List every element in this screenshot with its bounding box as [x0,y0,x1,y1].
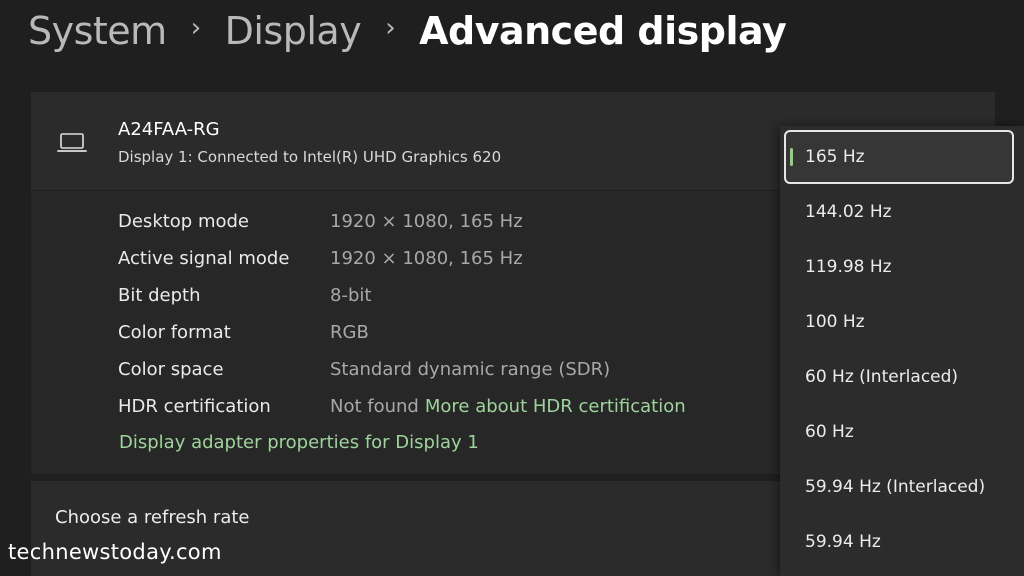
info-value: 1920 × 1080, 165 Hz [330,248,523,269]
page-title: Advanced display [419,9,787,53]
info-label: Desktop mode [118,211,250,232]
refresh-rate-dropdown[interactable]: 165 Hz 144.02 Hz 119.98 Hz 100 Hz 60 Hz … [780,126,1024,576]
info-label: Active signal mode [118,248,290,269]
laptop-icon [57,133,87,152]
info-row-active-signal-mode: Active signal mode 1920 × 1080, 165 Hz [118,248,523,272]
info-value: 8-bit [330,285,372,306]
option-label: 144.02 Hz [805,202,892,222]
info-row-bit-depth: Bit depth 8-bit [118,285,371,309]
refresh-option-144[interactable]: 144.02 Hz [780,187,1024,237]
refresh-option-60-interlaced[interactable]: 60 Hz (Interlaced) [780,352,1024,402]
refresh-option-119[interactable]: 119.98 Hz [780,242,1024,292]
option-label: 100 Hz [805,312,865,332]
refresh-rate-label: Choose a refresh rate [55,507,250,528]
monitor-connection: Display 1: Connected to Intel(R) UHD Gra… [118,148,502,166]
selection-indicator [790,148,793,166]
info-value: 1920 × 1080, 165 Hz [330,211,523,232]
breadcrumb-system[interactable]: System [28,9,167,53]
info-value: RGB [330,322,369,343]
info-value: Standard dynamic range (SDR) [330,359,611,380]
refresh-option-60[interactable]: 60 Hz [780,407,1024,457]
watermark: technewstoday.com [8,540,222,564]
option-label: 165 Hz [805,147,865,167]
info-row-hdr-certification: HDR certification Not found More about H… [118,396,686,420]
option-label: 59.94 Hz (Interlaced) [805,477,986,497]
info-row-color-format: Color format RGB [118,322,369,346]
display-adapter-properties-link[interactable]: Display adapter properties for Display 1 [119,432,479,453]
breadcrumb-display[interactable]: Display [225,9,362,53]
refresh-option-100[interactable]: 100 Hz [780,297,1024,347]
refresh-option-59-94[interactable]: 59.94 Hz [780,517,1024,567]
refresh-option-165[interactable]: 165 Hz [784,130,1014,184]
refresh-option-59-94-interlaced[interactable]: 59.94 Hz (Interlaced) [780,462,1024,512]
info-row-color-space: Color space Standard dynamic range (SDR) [118,359,610,383]
info-label: Bit depth [118,285,201,306]
option-label: 60 Hz (Interlaced) [805,367,959,387]
option-label: 59.94 Hz [805,532,881,552]
chevron-right-icon: › [190,13,201,43]
hdr-certification-link[interactable]: More about HDR certification [425,396,686,420]
info-value: Not found [330,396,419,417]
option-label: 119.98 Hz [805,257,892,277]
option-label: 60 Hz [805,422,854,442]
chevron-right-icon: › [385,13,396,43]
info-label: HDR certification [118,396,271,417]
breadcrumb: System › Display › Advanced display [28,6,787,56]
info-label: Color space [118,359,224,380]
info-row-desktop-mode: Desktop mode 1920 × 1080, 165 Hz [118,211,523,235]
monitor-name: A24FAA-RG [118,119,220,140]
info-label: Color format [118,322,231,343]
